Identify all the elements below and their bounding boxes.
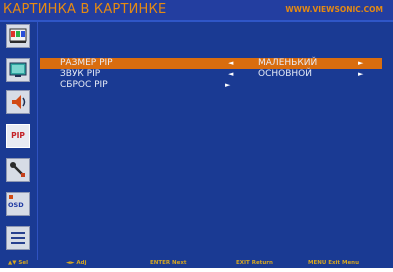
hint-exit-menu: MENU Exit Menu: [308, 260, 360, 266]
right-arrow-icon[interactable]: ►: [358, 69, 363, 80]
up-down-arrows-icon: ▲▼: [8, 260, 17, 266]
menu-label: РАЗМЕР PIP: [60, 58, 113, 68]
menu-row-pip-reset[interactable]: СБРОС PIP ►: [40, 80, 382, 91]
osd-window: КАРТИНКА В КАРТИНКЕ WWW.VIEWSONIC.COM PI…: [0, 0, 393, 268]
hint-adjust: ◄► Adj: [66, 260, 87, 266]
footer-hints: ▲▼ Sel ◄► Adj ENTER Next EXIT Return MEN…: [0, 260, 393, 268]
right-arrow-icon[interactable]: ►: [358, 58, 363, 69]
menu-value: ОСНОВНОЙ: [258, 69, 312, 79]
menu-row-pip-sound[interactable]: ЗВУК PIP ◄ ОСНОВНОЙ ►: [40, 69, 382, 80]
menu-label: ЗВУК PIP: [60, 69, 101, 79]
menu-value: МАЛЕНЬКИЙ: [258, 58, 318, 68]
menu-row-pip-size[interactable]: РАЗМЕР PIP ◄ МАЛЕНЬКИЙ ►: [40, 58, 382, 69]
hint-next: ENTER Next: [150, 260, 187, 266]
left-arrow-icon[interactable]: ◄: [228, 69, 233, 80]
hint-select: ▲▼ Sel: [8, 260, 28, 266]
left-arrow-icon[interactable]: ◄: [228, 58, 233, 69]
left-right-arrows-icon: ◄►: [66, 260, 75, 266]
pip-menu: РАЗМЕР PIP ◄ МАЛЕНЬКИЙ ► ЗВУК PIP ◄ ОСНО…: [0, 0, 393, 268]
menu-label: СБРОС PIP: [60, 80, 108, 90]
enter-arrow-icon[interactable]: ►: [225, 80, 230, 91]
hint-return: EXIT Return: [236, 260, 273, 266]
